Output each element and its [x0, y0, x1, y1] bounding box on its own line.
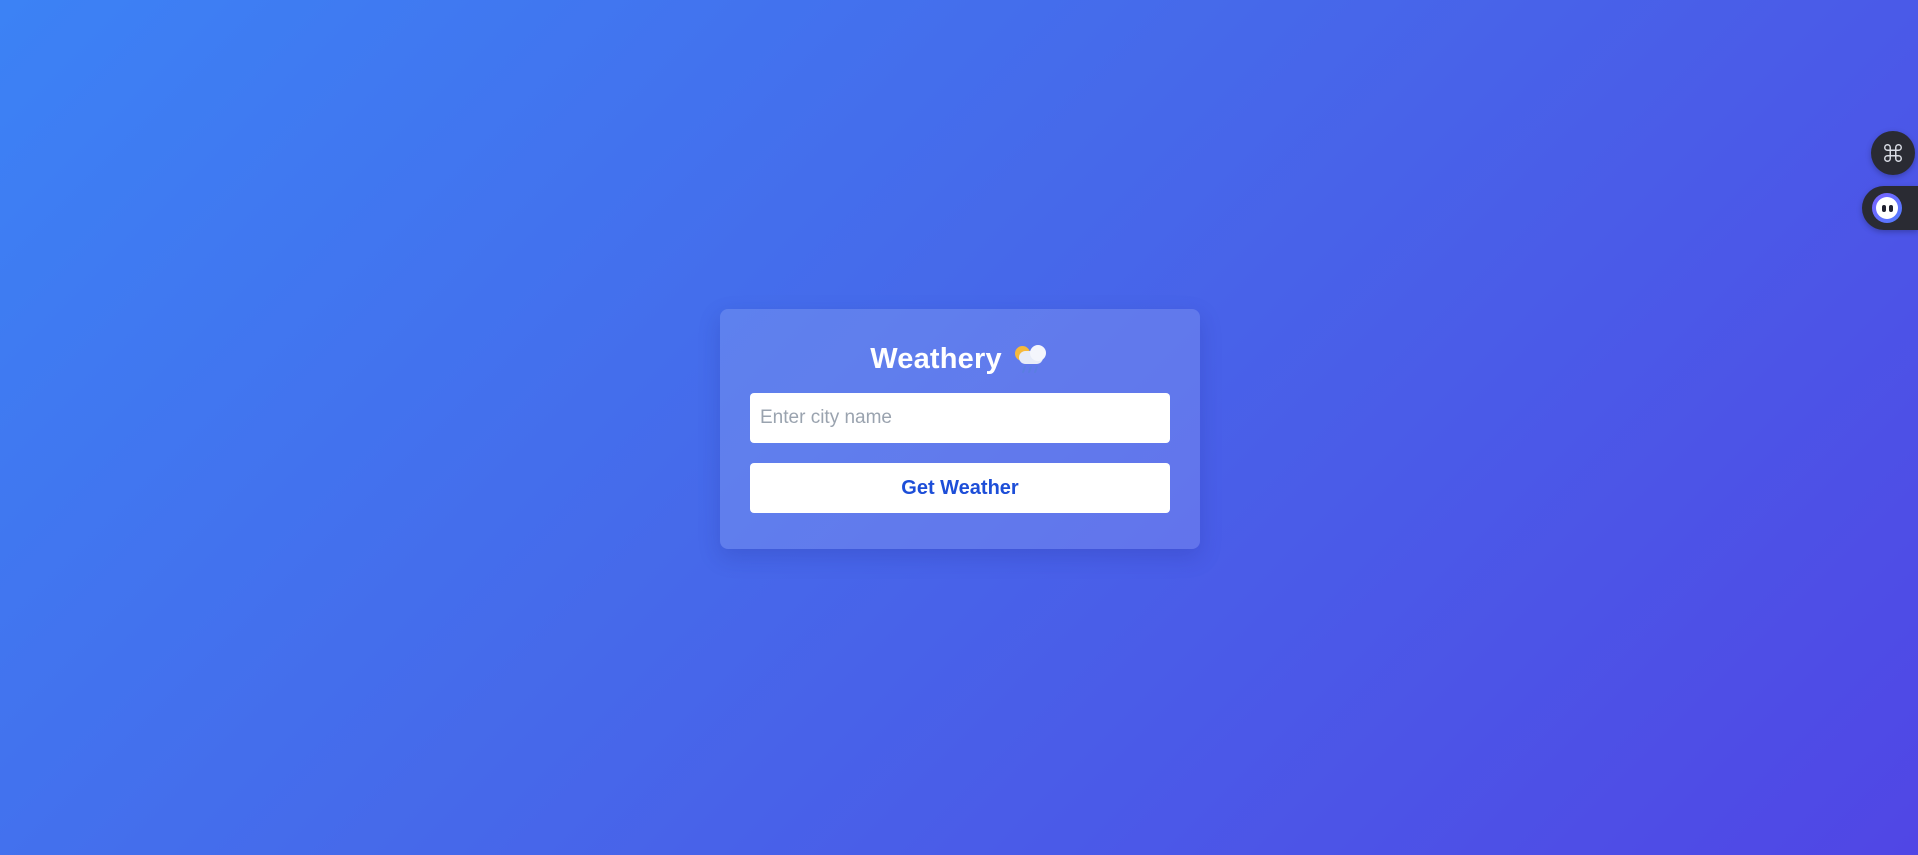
app-title: Weathery [870, 342, 1002, 375]
command-widget-button[interactable] [1871, 131, 1915, 175]
weather-card: Weathery Get Weather [720, 309, 1200, 549]
command-key-icon [1884, 144, 1902, 162]
city-search-input[interactable] [750, 393, 1170, 443]
sun-behind-rain-cloud-icon [1014, 342, 1050, 376]
assistant-widget-button[interactable] [1862, 186, 1918, 230]
title-row: Weathery [750, 337, 1170, 381]
assistant-face-icon [1872, 193, 1902, 223]
get-weather-button[interactable]: Get Weather [750, 463, 1170, 513]
